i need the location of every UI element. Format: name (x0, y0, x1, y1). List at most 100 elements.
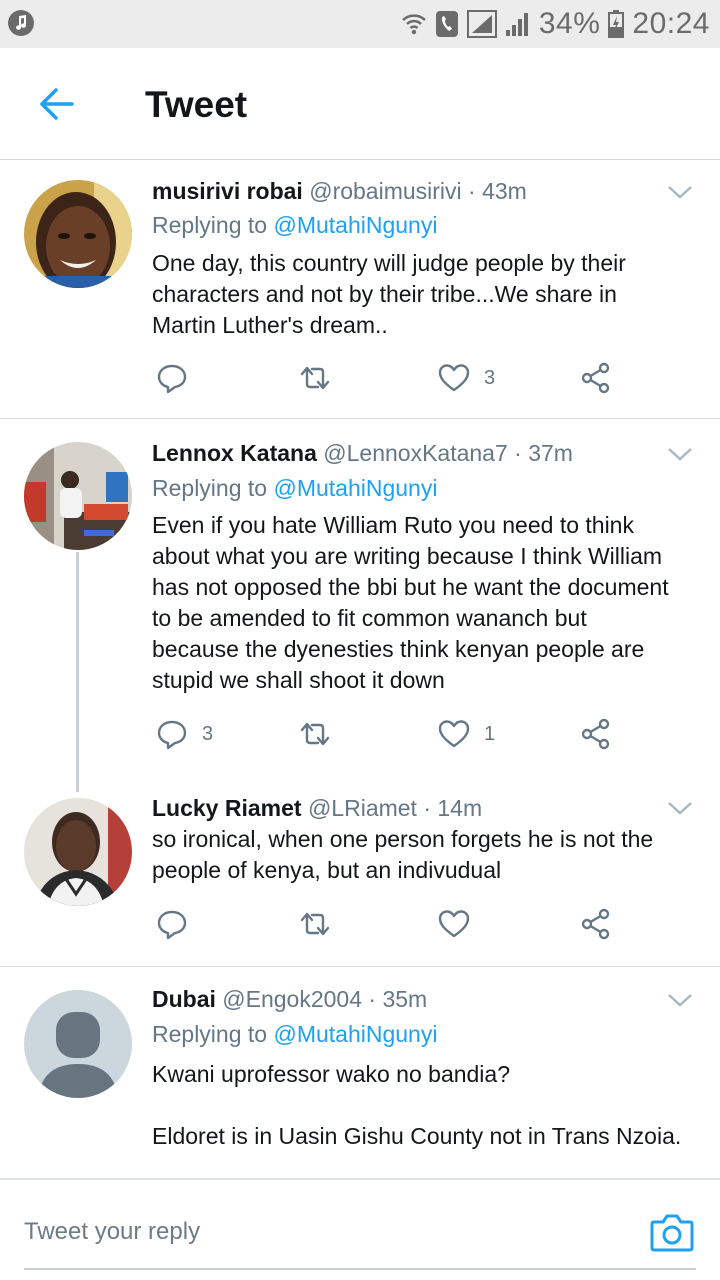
author-name[interactable]: Lucky Riamet (152, 795, 302, 821)
tweet-text-line: so ironical, when one person forgets he … (152, 826, 654, 852)
heart-icon (438, 720, 470, 748)
replying-to-label: Replying to (152, 212, 268, 238)
like-count: 3 (484, 366, 496, 389)
tweet-text-line: to be amended to fit common wananch but (152, 605, 587, 631)
tweet[interactable]: musirivi robai @robaimusirivi · 43m Repl… (0, 160, 720, 418)
retweet-button[interactable] (298, 358, 346, 398)
share-icon (581, 718, 610, 750)
reply-button[interactable]: 3 (156, 714, 213, 754)
author-handle-time: @LennoxKatana7 · 37m (323, 440, 573, 466)
chevron-down-icon[interactable] (666, 182, 694, 202)
tweet-text: One day, this country will judge people … (152, 248, 707, 341)
reply-input[interactable]: Tweet your reply (24, 1218, 200, 1246)
tweet-actions: 3 (152, 358, 712, 398)
tweet-header: Lucky Riamet @LRiamet · 14m (152, 795, 482, 822)
tweet-text: so ironical, when one person forgets he … (152, 824, 707, 886)
heart-icon (438, 364, 470, 392)
avatar[interactable] (24, 442, 132, 550)
avatar[interactable] (24, 180, 132, 288)
tweet-text-line: stupid we shall shoot it down (152, 667, 445, 693)
tweet-text-line: Eldoret is in Uasin Gishu County not in … (152, 1123, 682, 1149)
reply-button[interactable] (156, 358, 202, 398)
music-note-icon (8, 10, 34, 36)
battery-icon (608, 10, 625, 38)
reply-count: 3 (202, 722, 214, 745)
tweet-text-line: people of kenya, but an indivudual (152, 857, 502, 883)
tweet-header: Dubai @Engok2004 · 35m (152, 986, 427, 1013)
share-button[interactable] (580, 358, 612, 398)
reply-composer[interactable]: Tweet your reply (0, 1178, 720, 1280)
reply-button[interactable] (156, 904, 202, 944)
status-bar: 34% 20:24 (0, 0, 720, 48)
like-button[interactable]: 3 (438, 358, 495, 398)
divider (0, 418, 720, 419)
tweet-text-line (152, 1092, 707, 1118)
avatar[interactable] (24, 990, 132, 1098)
chevron-down-icon[interactable] (666, 990, 694, 1010)
chevron-down-icon[interactable] (666, 444, 694, 464)
replying-to: Replying to @MutahiNgunyi (152, 475, 437, 502)
share-button[interactable] (580, 714, 612, 754)
tweet-text: Kwani uprofessor wako no bandia? Eldoret… (152, 1056, 707, 1154)
author-handle-time: @LRiamet · 14m (307, 795, 483, 821)
replying-to-label: Replying to (152, 475, 268, 501)
tweet-text-line: One day, this country will judge people … (152, 250, 626, 276)
tweet-header: musirivi robai @robaimusirivi · 43m (152, 178, 527, 205)
share-icon (581, 908, 610, 940)
tweet-header: Lennox Katana @LennoxKatana7 · 37m (152, 440, 573, 467)
tweet-text-line: Kwani uprofessor wako no bandia? (152, 1061, 511, 1087)
replying-to: Replying to @MutahiNgunyi (152, 1021, 437, 1048)
tweet-text-line: has not opposed the bbi but he want the … (152, 574, 669, 600)
phone-icon (435, 11, 458, 37)
tweet[interactable]: Lucky Riamet @LRiamet · 14m so ironical,… (0, 780, 720, 966)
share-button[interactable] (580, 904, 612, 944)
tweet[interactable]: Lennox Katana @LennoxKatana7 · 37m Reply… (0, 420, 720, 780)
clock: 20:24 (632, 7, 710, 40)
status-icons: 34% 20:24 (401, 6, 710, 42)
retweet-button[interactable] (298, 714, 346, 754)
author-handle-time: @robaimusirivi · 43m (309, 178, 527, 204)
heart-icon (438, 910, 470, 938)
author-name[interactable]: Lennox Katana (152, 440, 317, 466)
replying-to-handle[interactable]: @MutahiNgunyi (273, 212, 437, 238)
back-arrow-icon[interactable] (36, 82, 80, 126)
tweet-text-line: characters and not by their tribe...We s… (152, 281, 617, 307)
wifi-icon (402, 14, 426, 35)
tweet-text-line: about what you are writing because I thi… (152, 543, 663, 569)
author-handle-time: @Engok2004 · 35m (222, 986, 428, 1012)
battery-percent: 34% (538, 7, 601, 40)
avatar[interactable] (24, 798, 132, 906)
tweet-actions (152, 904, 712, 944)
author-name[interactable]: Dubai (152, 986, 216, 1012)
like-button[interactable]: 1 (438, 714, 495, 754)
tweet-text-line: Even if you hate William Ruto you need t… (152, 512, 634, 538)
reply-input-underline (24, 1268, 696, 1270)
like-button[interactable] (438, 904, 484, 944)
reply-icon (157, 720, 187, 750)
retweet-icon (300, 366, 330, 390)
chevron-down-icon[interactable] (666, 798, 694, 818)
divider (0, 966, 720, 967)
share-icon (581, 362, 610, 394)
tweet[interactable]: Dubai @Engok2004 · 35m Replying to @Muta… (0, 968, 720, 1178)
retweet-icon (300, 912, 330, 936)
page-title: Tweet (145, 84, 248, 125)
tweet-text: Even if you hate William Ruto you need t… (152, 510, 707, 696)
retweet-icon (300, 722, 330, 746)
author-name[interactable]: musirivi robai (152, 178, 303, 204)
reply-icon (157, 364, 187, 394)
replying-to-handle[interactable]: @MutahiNgunyi (273, 475, 437, 501)
tweet-actions: 3 1 (152, 714, 712, 754)
tweet-text-line: because the dyenesties think kenyan peop… (152, 636, 645, 662)
retweet-button[interactable] (298, 904, 346, 944)
camera-icon[interactable] (650, 1212, 694, 1252)
signal-icon (505, 13, 528, 36)
tweet-text-line: Martin Luther's dream.. (152, 312, 388, 338)
replying-to-label: Replying to (152, 1021, 268, 1047)
app-header: Tweet (0, 48, 720, 160)
signal-icon (466, 10, 497, 38)
like-count: 1 (484, 722, 496, 745)
replying-to: Replying to @MutahiNgunyi (152, 212, 437, 239)
replying-to-handle[interactable]: @MutahiNgunyi (273, 1021, 437, 1047)
reply-icon (157, 910, 187, 940)
